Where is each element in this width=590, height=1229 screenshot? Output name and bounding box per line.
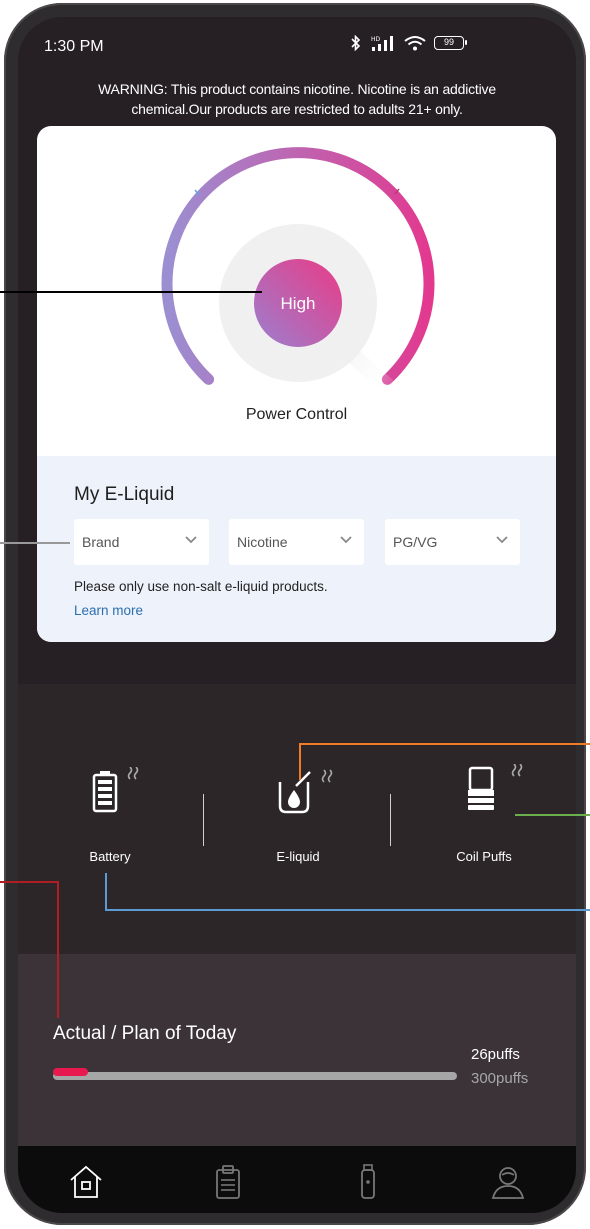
annotation-callouts — [0, 291, 590, 1018]
callout-line-eliquid — [299, 743, 590, 780]
callout-line-battery — [105, 873, 590, 911]
callout-line-plan — [0, 881, 59, 1018]
